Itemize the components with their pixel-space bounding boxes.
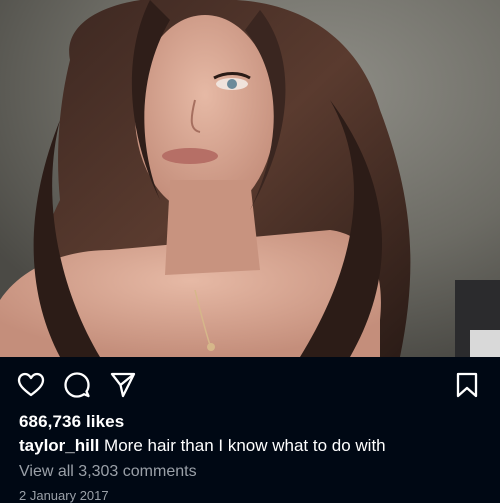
post-date: 2 January 2017	[19, 488, 109, 503]
paper-plane-icon[interactable]	[109, 371, 137, 399]
post-photo[interactable]	[0, 0, 500, 357]
heart-icon[interactable]	[17, 371, 45, 399]
likes-count[interactable]: 686,736 likes	[19, 412, 124, 432]
bookmark-icon[interactable]	[453, 371, 481, 399]
view-all-comments-link[interactable]: View all 3,303 comments	[19, 463, 197, 481]
caption-text: More hair than I know what to do with	[104, 436, 386, 455]
action-bar	[0, 357, 500, 409]
speech-bubble-icon[interactable]	[63, 371, 91, 399]
post-caption: taylor_hill More hair than I know what t…	[19, 436, 386, 456]
caption-username[interactable]: taylor_hill	[19, 436, 99, 455]
